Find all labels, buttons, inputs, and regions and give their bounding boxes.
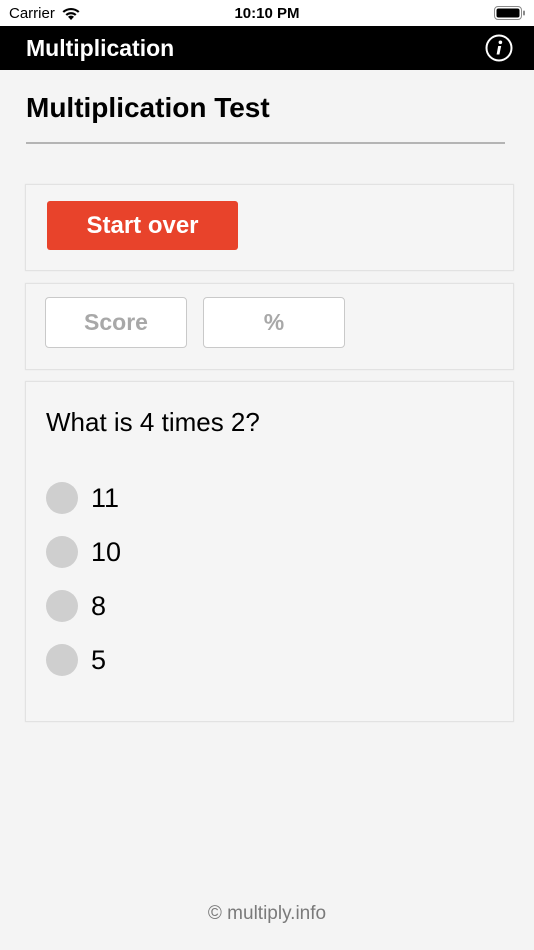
status-time: 10:10 PM	[234, 5, 300, 22]
battery-icon	[494, 6, 525, 20]
answer-label: 8	[91, 591, 107, 621]
radio-button[interactable]	[46, 590, 78, 622]
answer-label: 10	[91, 537, 122, 567]
answer-option[interactable]: 5	[46, 642, 106, 678]
page-title: Multiplication Test	[26, 92, 270, 123]
answer-option[interactable]: 11	[46, 480, 119, 516]
answer-option[interactable]: 10	[46, 534, 121, 570]
answer-option[interactable]: 8	[46, 588, 106, 624]
score-box: Score	[45, 297, 187, 348]
score-card: Score %	[25, 283, 514, 370]
radio-button[interactable]	[46, 482, 78, 514]
status-bar: Carrier 10:10 PM	[0, 0, 534, 26]
info-icon[interactable]	[485, 34, 513, 62]
question-text: What is 4 times 2?	[46, 407, 260, 437]
question-card: What is 4 times 2? 11 10 8 5	[25, 381, 514, 722]
answer-label: 5	[91, 645, 107, 675]
answer-label: 11	[91, 483, 120, 513]
percent-box: %	[203, 297, 345, 348]
nav-bar: Multiplication	[0, 26, 534, 70]
radio-button[interactable]	[46, 644, 78, 676]
footer-copyright[interactable]: © multiply.info	[0, 903, 534, 925]
title-divider	[26, 142, 505, 144]
radio-button[interactable]	[46, 536, 78, 568]
start-over-button[interactable]: Start over	[47, 201, 238, 250]
nav-title: Multiplication	[26, 35, 175, 61]
start-card: Start over	[25, 184, 514, 271]
